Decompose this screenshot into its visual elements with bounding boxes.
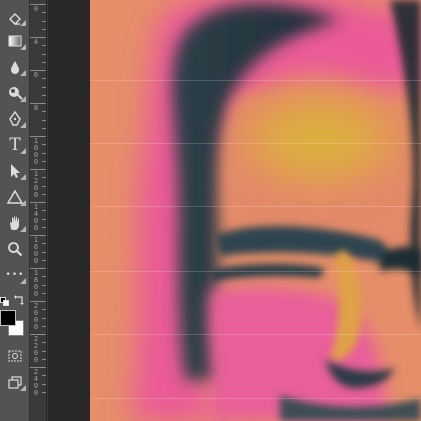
tool-group-indicator — [20, 385, 26, 391]
ruler-minor-tick — [30, 119, 46, 121]
edit-toolbar-button[interactable]: ••• — [0, 263, 30, 287]
ruler-major-tick — [30, 70, 46, 71]
ruler-minor-tick — [30, 391, 46, 393]
quick-mask-button[interactable] — [0, 344, 30, 368]
pasteboard — [48, 0, 90, 421]
tool-group-indicator — [20, 174, 26, 180]
ruler-minor-tick — [30, 358, 46, 360]
type-icon: T — [9, 135, 21, 155]
ruler-major-tick — [30, 268, 46, 269]
type-tool[interactable]: T — [0, 133, 30, 157]
ruler-minor-tick — [30, 317, 46, 319]
ruler-minor-tick — [30, 78, 46, 80]
tool-group-indicator — [20, 278, 26, 284]
blur-tool[interactable] — [0, 55, 30, 79]
ruler-minor-tick — [30, 251, 46, 253]
artwork-image — [90, 0, 421, 421]
pen-tool[interactable] — [0, 107, 30, 131]
tool-group-indicator — [20, 122, 26, 128]
zoom-tool[interactable] — [0, 237, 30, 261]
ruler-minor-tick — [30, 86, 46, 88]
document-canvas[interactable] — [90, 0, 421, 421]
ruler-minor-tick — [30, 350, 46, 352]
vertical-ruler[interactable]: 0 4 6 8 1000 1200 1400 1600 1800 2000 2200 2400 — [30, 0, 47, 421]
ruler-minor-tick — [30, 94, 46, 96]
hand-tool[interactable] — [0, 211, 30, 235]
ruler-minor-tick — [30, 259, 46, 261]
ruler-major-tick — [30, 169, 46, 170]
ruler-minor-tick — [30, 218, 46, 220]
ruler-minor-tick — [30, 152, 46, 154]
ruler-minor-tick — [30, 12, 46, 14]
ruler-major-tick — [30, 334, 46, 335]
tool-group-indicator — [20, 20, 26, 26]
quick-mask-icon — [6, 347, 24, 365]
ruler-major-tick — [30, 103, 46, 104]
ruler-minor-tick — [30, 144, 46, 146]
tool-group-indicator — [20, 200, 26, 206]
ruler-major-tick — [30, 367, 46, 368]
ruler-minor-tick — [30, 20, 46, 22]
screen-mode-button[interactable] — [0, 370, 30, 394]
tool-group-indicator — [20, 96, 26, 102]
tool-group-indicator — [20, 148, 26, 154]
ruler-minor-tick — [30, 383, 46, 385]
ruler-minor-tick — [30, 193, 46, 195]
ruler-minor-tick — [30, 185, 46, 187]
foreground-color-swatch[interactable] — [0, 310, 16, 326]
tool-group-indicator — [20, 44, 26, 50]
tools-panel: T ••• — [0, 0, 30, 421]
dodge-tool[interactable] — [0, 81, 30, 105]
ruler-major-tick — [30, 4, 46, 5]
ruler-minor-tick — [30, 243, 46, 245]
ruler-major-tick — [30, 301, 46, 302]
ruler-minor-tick — [30, 276, 46, 278]
tool-group-indicator — [20, 70, 26, 76]
ruler-minor-tick — [30, 160, 46, 162]
ruler-minor-tick — [30, 292, 46, 294]
ruler-minor-tick — [30, 284, 46, 286]
ruler-minor-tick — [30, 375, 46, 377]
swap-colors-icon[interactable] — [14, 291, 26, 305]
ruler-minor-tick — [30, 226, 46, 228]
eraser-tool[interactable] — [0, 5, 30, 29]
ruler-minor-tick — [30, 325, 46, 327]
photoshop-window: T ••• 0 4 6 8 1000 1200 1400 1600 1800 2… — [0, 0, 421, 421]
default-colors-icon[interactable] — [0, 292, 10, 306]
shape-tool[interactable] — [0, 185, 30, 209]
ruler-major-tick — [30, 136, 46, 137]
path-selection-tool[interactable] — [0, 159, 30, 183]
ruler-minor-tick — [30, 111, 46, 113]
ruler-major-tick — [30, 37, 46, 38]
ruler-minor-tick — [30, 127, 46, 129]
gradient-tool[interactable] — [0, 29, 30, 53]
ruler-minor-tick — [30, 53, 46, 55]
ruler-minor-tick — [30, 45, 46, 47]
ruler-minor-tick — [30, 28, 46, 30]
tool-group-indicator — [20, 226, 26, 232]
ruler-minor-tick — [30, 61, 46, 63]
magnifier-icon — [6, 240, 24, 258]
ruler-minor-tick — [30, 342, 46, 344]
ruler-major-tick — [30, 235, 46, 236]
ruler-minor-tick — [30, 177, 46, 179]
ruler-major-tick — [30, 202, 46, 203]
ruler-minor-tick — [30, 309, 46, 311]
ruler-minor-tick — [30, 210, 46, 212]
